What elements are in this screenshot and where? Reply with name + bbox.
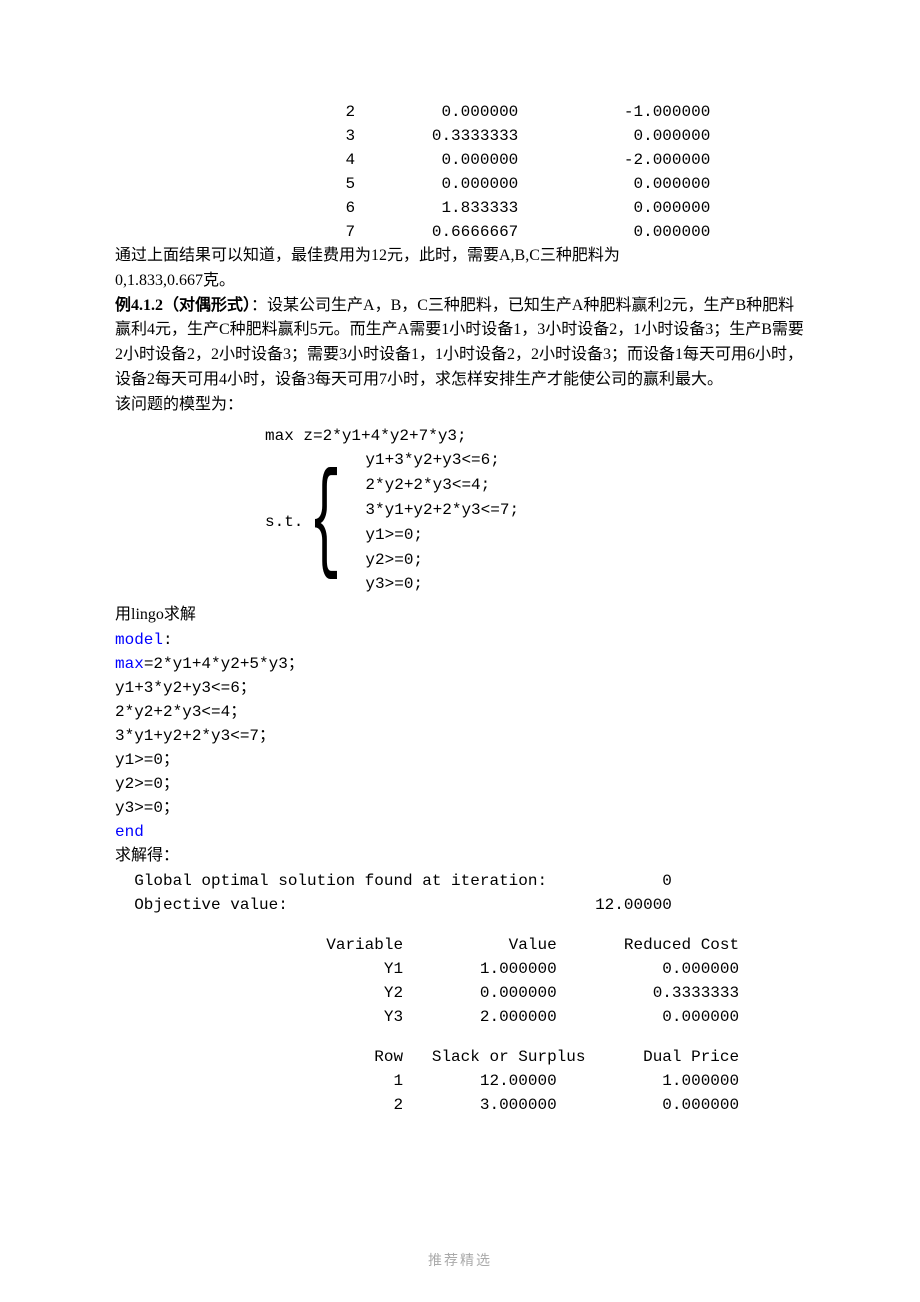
result-summary: 通过上面结果可以知道，最佳费用为12元，此时，需要A,B,C三种肥料为 0,1.…: [115, 244, 805, 294]
problem-statement: 例4.1.2（对偶形式）：设某公司生产A，B，C三种肥料，已知生产A种肥料赢利2…: [115, 294, 805, 393]
solution-header: Global optimal solution found at iterati…: [115, 869, 805, 917]
max-keyword: max: [115, 655, 144, 673]
lingo-body: y1+3*y2+y3<=6；2*y2+2*y3<=4；3*y1+y2+2*y3<…: [115, 676, 805, 820]
constraint-list: y1+3*y2+y3<=6;2*y2+2*y3<=4;3*y1+y2+2*y3<…: [365, 448, 519, 597]
footer-text: 推荐精选: [0, 1251, 920, 1272]
lingo-line: 3*y1+y2+2*y3<=7；: [115, 724, 805, 748]
para1-line2: 0,1.833,0.667克。: [115, 272, 235, 289]
example-label: 例4.1.2（对偶形式）: [115, 297, 251, 314]
lingo-label: 用lingo求解: [115, 603, 805, 628]
model-label: 该问题的模型为：: [115, 393, 805, 418]
constraint-line: 2*y2+2*y3<=4;: [365, 473, 519, 498]
lingo-max-line: max=2*y1+4*y2+5*y3；: [115, 652, 805, 676]
solve-label: 求解得：: [115, 844, 805, 869]
left-brace-icon: {: [309, 448, 342, 597]
constraint-line: y2>=0;: [365, 548, 519, 573]
st-label: s.t.: [265, 448, 309, 597]
constraint-line: y3>=0;: [365, 572, 519, 597]
max-rest: =2*y1+4*y2+5*y3；: [144, 655, 304, 673]
lingo-line: y2>=0；: [115, 772, 805, 796]
lingo-line: y1+3*y2+y3<=6；: [115, 676, 805, 700]
model-colon: :: [163, 631, 173, 649]
objective-line: max z=2*y1+4*y2+7*y3;: [265, 424, 805, 449]
math-model: max z=2*y1+4*y2+7*y3; s.t. { y1+3*y2+y3<…: [265, 424, 805, 598]
constraint-line: y1+3*y2+y3<=6;: [365, 448, 519, 473]
constraint-line: y1>=0;: [365, 523, 519, 548]
lingo-model-line: model:: [115, 628, 805, 652]
row-table: Row Slack or Surplus Dual Price 1 12.000…: [115, 1045, 805, 1117]
constraint-line: 3*y1+y2+2*y3<=7;: [365, 498, 519, 523]
lingo-line: 2*y2+2*y3<=4；: [115, 700, 805, 724]
lingo-line: y3>=0；: [115, 796, 805, 820]
lingo-line: y1>=0；: [115, 748, 805, 772]
model-keyword: model: [115, 631, 163, 649]
top-row-table: 2 0.000000 -1.000000 3 0.3333333 0.00000…: [115, 100, 805, 244]
para1-line1: 通过上面结果可以知道，最佳费用为12元，此时，需要A,B,C三种肥料为: [115, 247, 620, 264]
end-keyword: end: [115, 820, 805, 844]
variable-table: Variable Value Reduced Cost Y1 1.000000 …: [115, 933, 805, 1029]
